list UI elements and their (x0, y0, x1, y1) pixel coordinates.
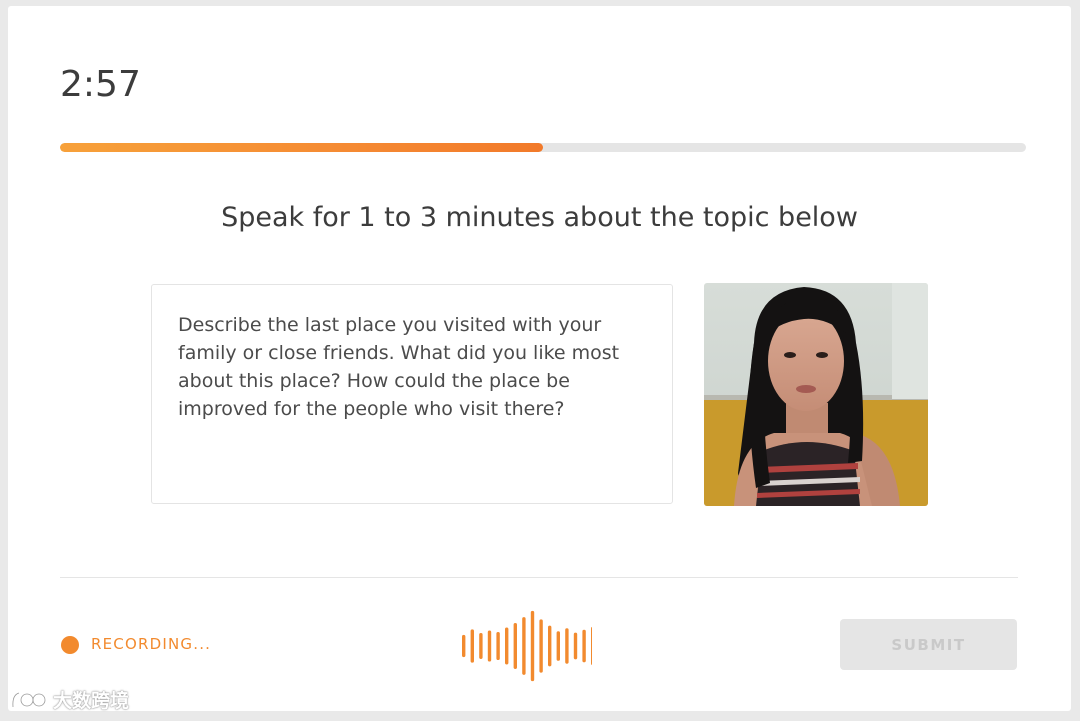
waveform-bar (496, 631, 500, 661)
test-card: 2:57 Speak for 1 to 3 minutes about the … (8, 6, 1071, 711)
waveform-bar (573, 632, 578, 660)
watermark-text: 大数跨境 (53, 690, 130, 712)
recording-dot-icon (61, 636, 79, 654)
submit-button[interactable]: SUBMIT (840, 619, 1017, 670)
webcam-video (704, 283, 928, 506)
watermark: 大数跨境 (10, 686, 129, 713)
waveform-bar (479, 633, 483, 659)
waveform-bar (530, 610, 535, 682)
question-instructions: Speak for 1 to 3 minutes about the topic… (221, 202, 858, 233)
waveform-bar (565, 628, 569, 664)
waveform-bar (462, 634, 466, 658)
waveform-bar (522, 617, 526, 675)
progress-bar (60, 143, 1026, 152)
recording-status: RECORDING... (91, 635, 212, 653)
waveform-bar (487, 630, 492, 662)
footer-divider (60, 577, 1018, 578)
countdown-timer: 2:57 (60, 64, 141, 105)
webcam-feed-image (704, 283, 928, 506)
prompt-box: Describe the last place you visited with… (151, 284, 673, 504)
waveform-bar (470, 629, 474, 663)
prompt-text: Describe the last place you visited with… (178, 314, 620, 420)
waveform-bar (591, 626, 592, 666)
waveform-bar (582, 629, 586, 663)
audio-waveform-icon (462, 610, 592, 682)
waveform-bar (556, 631, 560, 661)
waveform-bar (548, 625, 552, 667)
waveform-bar (505, 627, 509, 665)
waveform-bar (513, 623, 517, 669)
watermark-logo-icon (11, 691, 47, 707)
progress-bar-fill (60, 143, 543, 152)
waveform-bar (539, 619, 543, 673)
